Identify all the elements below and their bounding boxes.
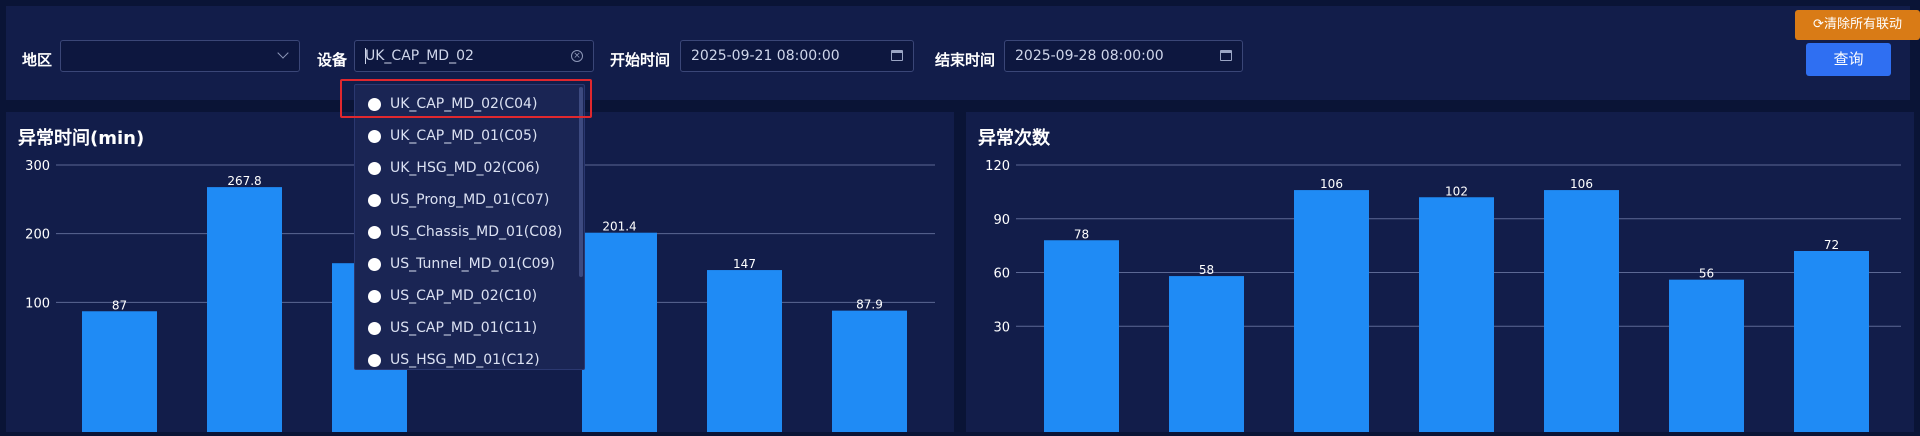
bar-value-label: 147 [733, 257, 756, 271]
radio-icon [368, 258, 381, 271]
anomaly-count-panel: 异常次数 30 60 90 120 78 58 106 102 106 56 72 [966, 112, 1914, 432]
bar [582, 232, 657, 432]
chart-title: 异常次数 [978, 128, 1050, 149]
end-time-label: 结束时间 [935, 51, 996, 69]
chevron-down-icon [277, 47, 289, 59]
bar [707, 270, 782, 432]
bar [1044, 240, 1119, 432]
y-tick-label: 100 [25, 296, 50, 311]
y-tick-label: 300 [25, 159, 50, 174]
bar [1419, 197, 1494, 432]
unlink-icon: ⟳ [1813, 17, 1824, 32]
device-label: 设备 [317, 51, 348, 69]
y-tick-label: 30 [993, 320, 1010, 335]
query-button[interactable]: 查询 [1806, 43, 1891, 76]
y-tick-label: 120 [985, 159, 1010, 174]
bar [82, 311, 157, 432]
bar-value-label: 56 [1699, 267, 1714, 281]
region-label: 地区 [22, 51, 53, 69]
device-option[interactable]: US_CAP_MD_02(C10) [355, 281, 584, 313]
bar [207, 187, 282, 432]
bar [1169, 276, 1244, 432]
bar [1669, 279, 1744, 432]
bar-value-label: 267.8 [227, 174, 261, 188]
bar [1794, 251, 1869, 432]
start-time-field[interactable]: 2025-09-21 08:00:00 [680, 40, 914, 72]
text-cursor [365, 48, 366, 64]
bar-value-label: 58 [1199, 263, 1214, 277]
bar-value-label: 106 [1570, 177, 1593, 191]
radio-icon [368, 130, 381, 143]
device-option[interactable]: US_HSG_MD_01(C12) [355, 345, 584, 369]
anomaly-count-chart: 30 60 90 120 78 58 106 102 106 56 72 [985, 159, 1901, 432]
radio-icon [368, 354, 381, 367]
radio-icon [368, 162, 381, 175]
device-option[interactable]: US_CAP_MD_01(C11) [355, 313, 584, 345]
bar-value-label: 102 [1445, 184, 1468, 198]
bar-value-label: 87.9 [856, 298, 883, 312]
calendar-icon[interactable] [891, 50, 903, 61]
bar-value-label: 201.4 [602, 220, 636, 234]
calendar-icon[interactable] [1220, 50, 1232, 61]
device-option[interactable]: US_Prong_MD_01(C07) [355, 185, 584, 217]
bar [832, 310, 907, 432]
region-select[interactable] [60, 40, 300, 72]
device-option[interactable]: UK_HSG_MD_02(C06) [355, 153, 584, 185]
bar [1544, 190, 1619, 432]
bar [1294, 190, 1369, 432]
clear-icon[interactable]: × [571, 50, 583, 62]
bar-value-label: 87 [112, 298, 127, 312]
device-dropdown: UK_CAP_MD_02(C04) UK_CAP_MD_01(C05) UK_H… [354, 84, 585, 370]
device-option[interactable]: US_Tunnel_MD_01(C09) [355, 249, 584, 281]
y-tick-label: 60 [993, 267, 1010, 282]
y-tick-label: 90 [993, 213, 1010, 228]
bar-value-label: 106 [1320, 177, 1343, 191]
device-select[interactable]: UK_CAP_MD_02 × [354, 40, 594, 72]
end-time-field[interactable]: 2025-09-28 08:00:00 [1004, 40, 1243, 72]
start-time-label: 开始时间 [610, 51, 671, 69]
radio-icon [368, 290, 381, 303]
bar-value-label: 72 [1824, 238, 1839, 252]
selected-option-highlight [340, 79, 592, 118]
radio-icon [368, 322, 381, 335]
y-tick-label: 200 [25, 228, 50, 243]
radio-icon [368, 226, 381, 239]
radio-icon [368, 194, 381, 207]
clear-links-button[interactable]: ⟳清除所有联动 [1795, 10, 1920, 40]
bar-value-label: 78 [1074, 227, 1089, 241]
device-option[interactable]: UK_CAP_MD_01(C05) [355, 121, 584, 153]
device-option[interactable]: US_Chassis_MD_01(C08) [355, 217, 584, 249]
chart-title: 异常时间(min) [18, 128, 145, 149]
